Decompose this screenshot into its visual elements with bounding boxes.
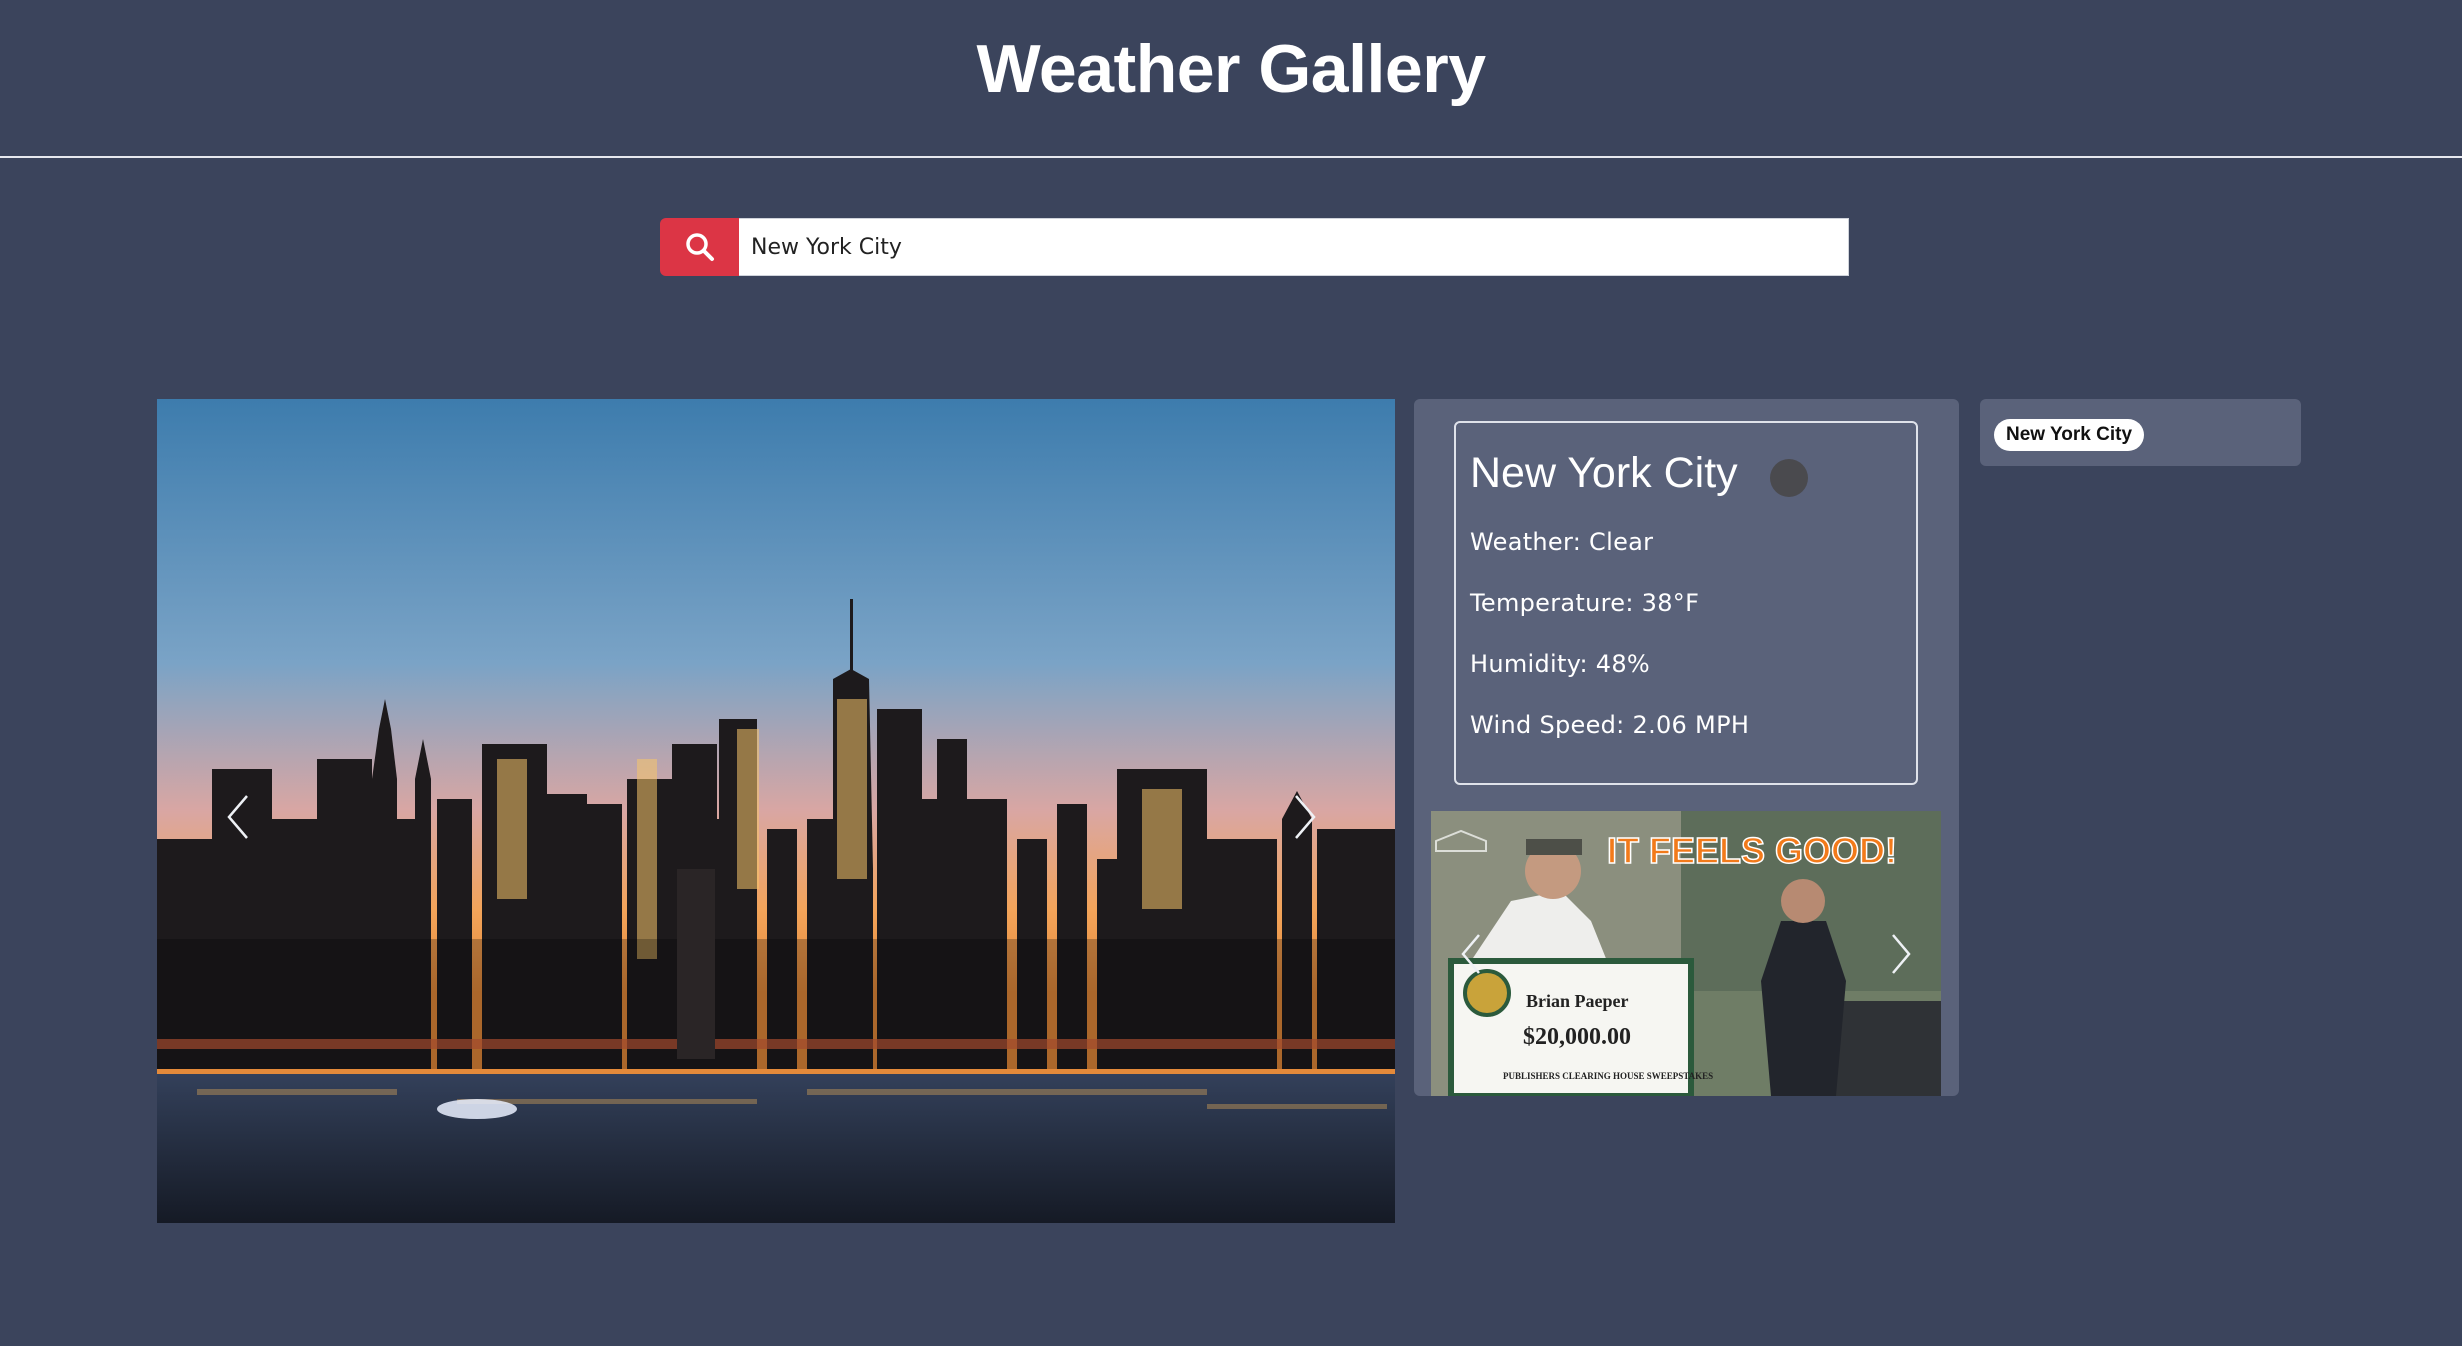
ad-next-button[interactable] bbox=[1891, 933, 1911, 979]
weather-card: New York City Weather: Clear Temperature… bbox=[1454, 421, 1918, 785]
ad-prev-button[interactable] bbox=[1461, 933, 1481, 979]
chevron-right-icon bbox=[1892, 934, 1911, 974]
ad-check-name: Brian Paeper bbox=[1526, 991, 1628, 1011]
chevron-left-icon bbox=[227, 795, 248, 839]
ad-image: Brian Paeper $20,000.00 PUBLISHERS CLEAR… bbox=[1431, 811, 1941, 1096]
search-icon bbox=[685, 233, 714, 261]
ad-carousel[interactable]: Brian Paeper $20,000.00 PUBLISHERS CLEAR… bbox=[1431, 811, 1941, 1096]
search-button[interactable] bbox=[660, 218, 739, 276]
weather-temperature: Temperature: 38°F bbox=[1470, 589, 1700, 617]
search-history-panel: New York City bbox=[1980, 399, 2301, 466]
weather-status-icon bbox=[1770, 459, 1808, 497]
page-title: Weather Gallery bbox=[976, 31, 1486, 107]
weather-wind-speed: Wind Speed: 2.06 MPH bbox=[1470, 711, 1750, 739]
weather-city-name: New York City bbox=[1470, 449, 1738, 497]
history-chip[interactable]: New York City bbox=[1994, 419, 2145, 451]
chevron-left-icon bbox=[1461, 934, 1480, 974]
page-header: Weather Gallery bbox=[0, 0, 2462, 158]
ad-check-footer: PUBLISHERS CLEARING HOUSE SWEEPSTAKES bbox=[1503, 1071, 1713, 1081]
weather-condition: Weather: Clear bbox=[1470, 528, 1654, 556]
ad-headline: IT FEELS GOOD! bbox=[1607, 830, 1897, 871]
chevron-right-icon bbox=[1295, 795, 1316, 839]
search-bar bbox=[660, 218, 1849, 276]
city-photo-carousel bbox=[157, 399, 1395, 1223]
photo-prev-button[interactable] bbox=[227, 794, 249, 844]
ad-check-amount: $20,000.00 bbox=[1523, 1024, 1631, 1050]
search-input[interactable] bbox=[739, 218, 1849, 276]
city-photo bbox=[157, 399, 1395, 1223]
weather-panel: New York City Weather: Clear Temperature… bbox=[1414, 399, 1959, 1096]
weather-humidity: Humidity: 48% bbox=[1470, 650, 1651, 678]
photo-next-button[interactable] bbox=[1294, 794, 1316, 844]
